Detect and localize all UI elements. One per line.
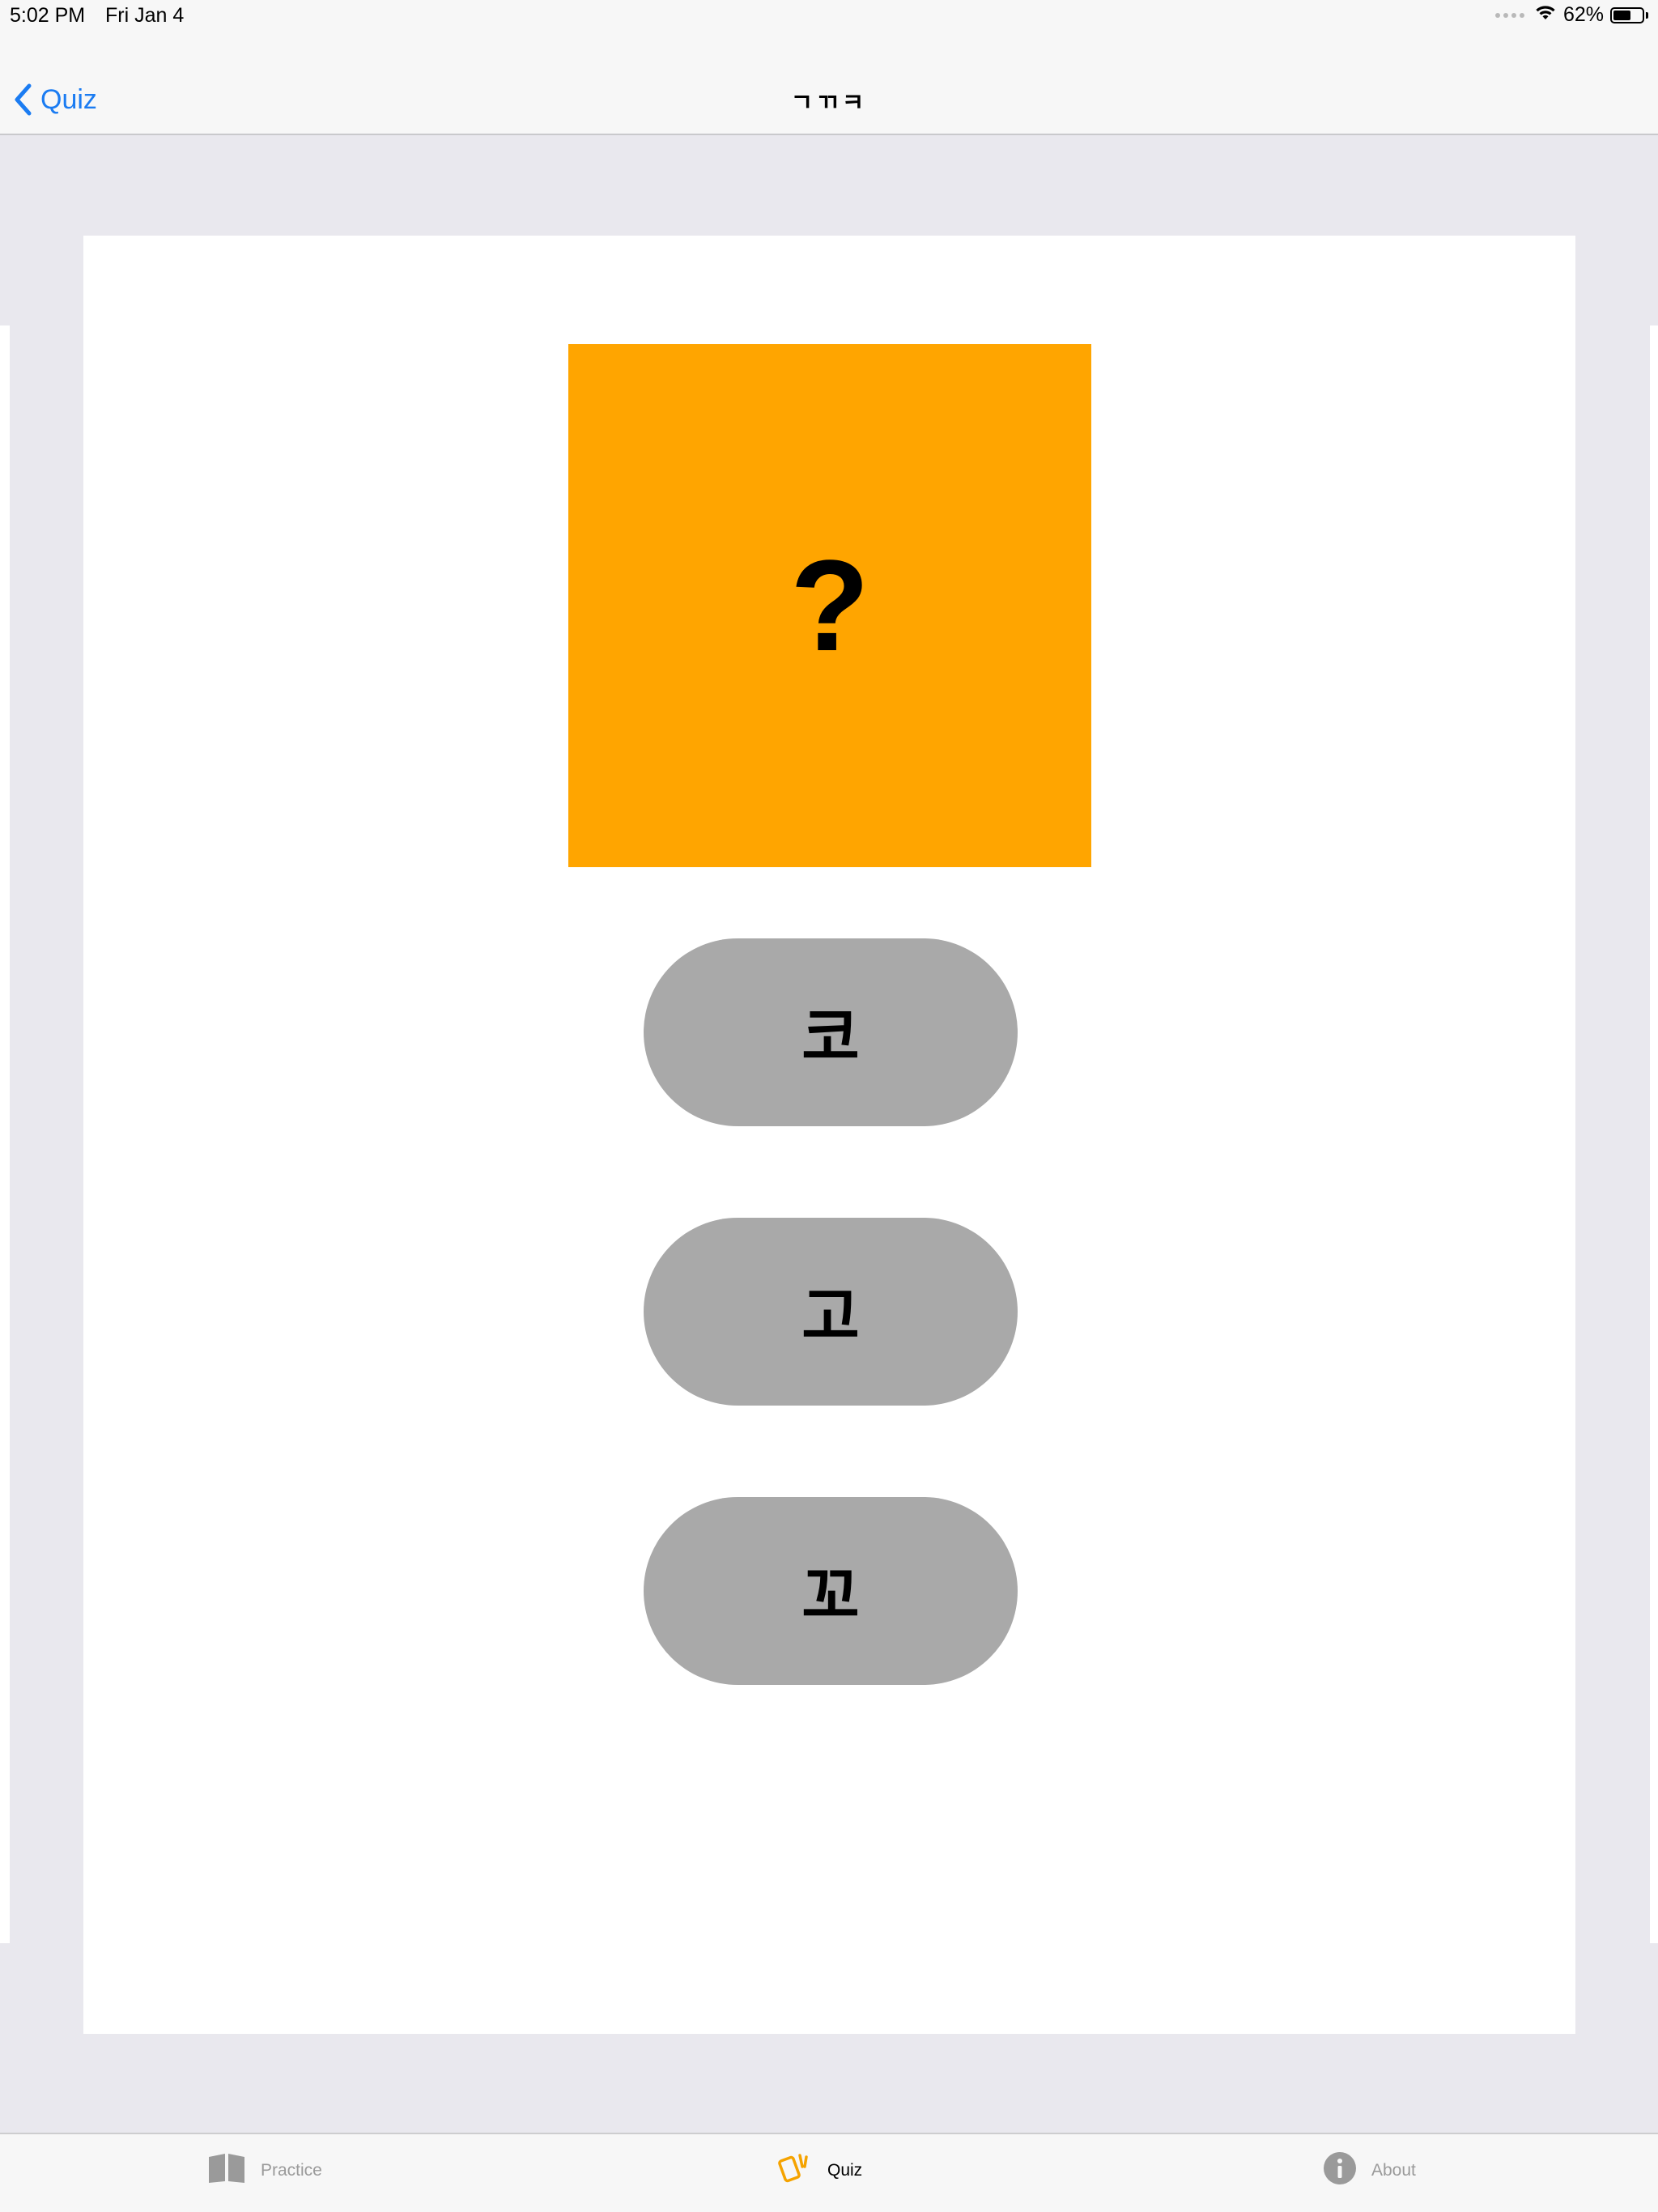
tab-label: Practice — [261, 2161, 322, 2180]
tab-bar: Practice Quiz About — [0, 2133, 1658, 2212]
status-indicators: 62% — [1494, 3, 1648, 27]
page-title: ㄱㄲㅋ — [790, 90, 868, 117]
status-date: Fri Jan 4 — [105, 4, 185, 27]
book-icon — [207, 2152, 246, 2189]
tab-label: Quiz — [827, 2161, 863, 2180]
question-card: ? — [568, 344, 1091, 867]
status-bar: 5:02 PM Fri Jan 4 62% — [0, 0, 1658, 32]
navigation-bar: Quiz ㄱㄲㅋ — [0, 32, 1658, 135]
tab-label: About — [1371, 2161, 1416, 2180]
content-edge-right — [1650, 325, 1658, 1943]
cards-icon — [776, 2150, 813, 2191]
status-time: 5:02 PM — [10, 4, 86, 27]
cellular-signal-icon — [1494, 12, 1524, 18]
answer-button[interactable]: 코 — [644, 938, 1018, 1126]
tab-about[interactable]: About — [1323, 2150, 1416, 2191]
info-icon — [1323, 2151, 1357, 2190]
quiz-card: ? 코 고 꼬 — [83, 236, 1575, 2034]
tab-quiz[interactable]: Quiz — [776, 2150, 862, 2191]
content-edge-left — [0, 325, 10, 1943]
battery-percent: 62% — [1562, 3, 1604, 26]
answer-button[interactable]: 꼬 — [644, 1497, 1018, 1685]
wifi-icon — [1534, 3, 1557, 27]
question-prompt: ? — [790, 533, 869, 678]
battery-icon — [1610, 6, 1644, 23]
tab-practice[interactable]: Practice — [207, 2150, 322, 2191]
answer-button[interactable]: 고 — [644, 1218, 1018, 1406]
